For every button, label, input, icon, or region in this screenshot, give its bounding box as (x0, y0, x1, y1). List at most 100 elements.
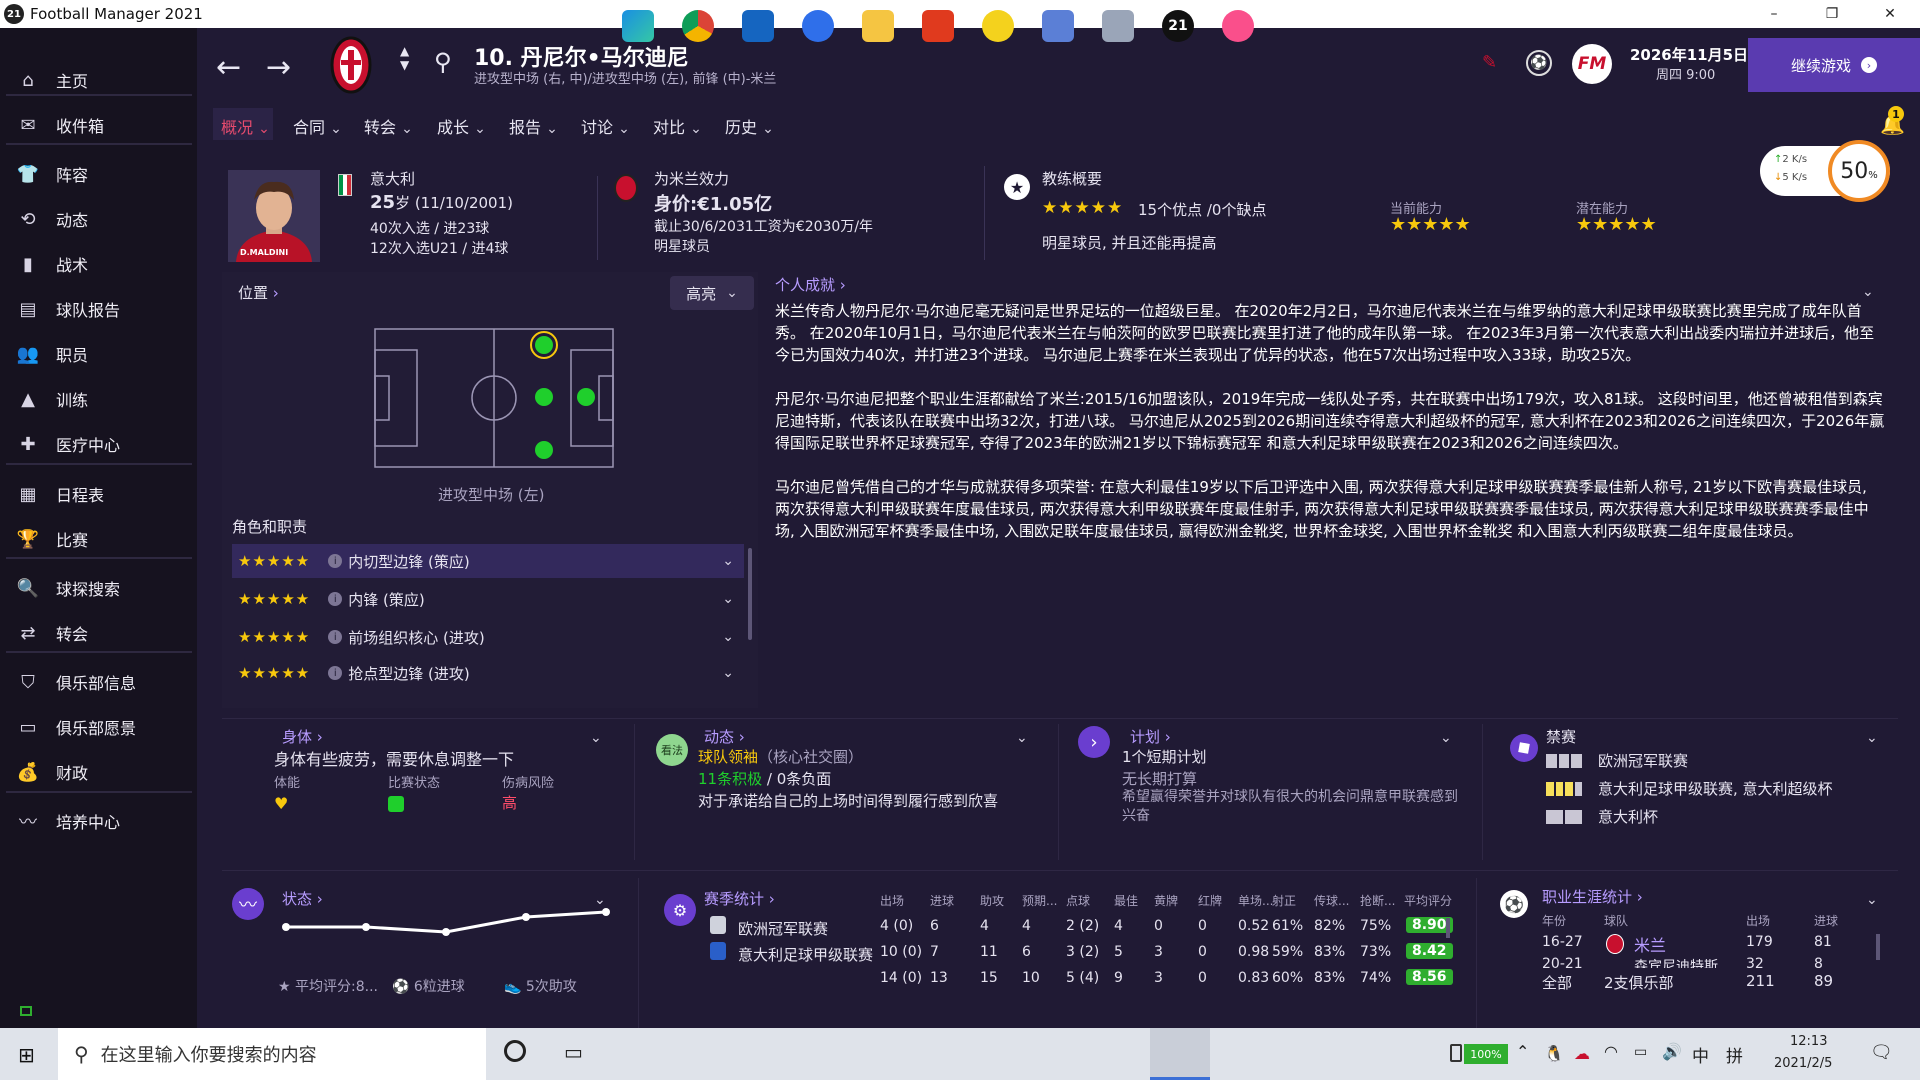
season-column-header[interactable]: 出场 (880, 892, 904, 909)
chevron-down-icon[interactable]: ⌄ (1866, 730, 1878, 746)
career-club-link[interactable]: 森宾尼迪特斯 (1634, 956, 1718, 968)
sidebar-item[interactable]: ✉ 收件箱 (0, 105, 197, 145)
volume-icon[interactable]: 🔊 (1662, 1042, 1682, 1061)
tab-contract[interactable]: 合同 ⌄ (293, 114, 342, 138)
pencil-icon[interactable]: ✎ (1482, 52, 1497, 73)
season-column-header[interactable]: 助攻 (980, 892, 1004, 909)
chevron-down-icon[interactable]: ⌄ (1440, 730, 1452, 746)
season-column-header[interactable]: 射正 (1272, 892, 1296, 909)
restore-button[interactable]: ❐ (1804, 0, 1860, 28)
season-column-header[interactable]: 黄牌 (1154, 892, 1178, 909)
highlight-dropdown[interactable]: 高亮 ⌄ (670, 276, 754, 310)
usb-icon[interactable] (1450, 1044, 1462, 1062)
season-stats-link[interactable]: 赛季统计 › (704, 888, 775, 909)
sidebar-item[interactable]: ▭ 俱乐部愿景 (0, 707, 197, 747)
chevron-up-icon[interactable]: ⌃ (1516, 1042, 1529, 1061)
fm21-taskbar-icon[interactable]: 21 (1162, 10, 1194, 42)
file-explorer-icon[interactable] (862, 10, 894, 42)
roles-scrollbar[interactable] (748, 548, 752, 640)
photos-icon[interactable] (1102, 10, 1134, 42)
season-column-header[interactable]: 进球 (930, 892, 954, 909)
continue-game-button[interactable]: 继续游戏 › (1748, 38, 1920, 92)
ime-language[interactable]: 中 (1692, 1042, 1709, 1067)
notification-center-icon[interactable]: 🗨 (1870, 1042, 1893, 1063)
clock-app-icon[interactable] (802, 10, 834, 42)
role-row[interactable]: ★★★★★ i 前场组织核心 (进攻) ⌄ (232, 620, 744, 654)
role-row[interactable]: ★★★★★ i 内切型边锋 (策应) ⌄ (232, 544, 744, 578)
form-point[interactable] (522, 913, 530, 921)
clock-date[interactable]: 2021/2/5 (1774, 1056, 1832, 1071)
sidebar-item[interactable]: 💰 财政 (0, 752, 197, 792)
sidebar-item[interactable]: ▮ 战术 (0, 244, 197, 284)
cortana-icon[interactable] (504, 1040, 526, 1062)
season-column-header[interactable]: 预期... (1022, 892, 1057, 909)
player-cycle-arrows-icon[interactable]: ▲ ▼ (400, 44, 409, 72)
career-scrollbar[interactable] (1876, 934, 1880, 960)
office-icon[interactable] (922, 10, 954, 42)
season-column-header[interactable]: 传球... (1314, 892, 1349, 909)
season-column-header[interactable]: 平均评分 (1404, 892, 1452, 909)
tab-history[interactable]: 历史 ⌄ (725, 114, 774, 138)
tab-compare[interactable]: 对比 ⌄ (653, 114, 702, 138)
role-row[interactable]: ★★★★★ i 内锋 (策应) ⌄ (232, 582, 744, 616)
season-column-header[interactable]: 点球 (1066, 892, 1090, 909)
form-point[interactable] (442, 928, 450, 936)
fm-logo-icon[interactable]: FM (1572, 44, 1612, 84)
physical-link[interactable]: 身体 › (282, 726, 323, 747)
sidebar-item[interactable]: ▲ 训练 (0, 379, 197, 419)
feishu-icon[interactable] (1042, 10, 1074, 42)
season-column-header[interactable]: 单场... (1238, 892, 1273, 909)
sidebar-item[interactable]: 👕 阵容 (0, 154, 197, 194)
chrome-icon[interactable] (682, 10, 714, 42)
chevron-down-icon[interactable]: ⌄ (722, 629, 734, 645)
sidebar-item[interactable]: 👥 职员 (0, 334, 197, 374)
chevron-down-icon[interactable]: ⌄ (722, 591, 734, 607)
tab-transfer[interactable]: 转会 ⌄ (364, 114, 413, 138)
music-icon[interactable] (1222, 10, 1254, 42)
tab-development[interactable]: 成长 ⌄ (437, 114, 486, 138)
football-icon[interactable]: ⚽ (1526, 50, 1552, 76)
role-row[interactable]: ★★★★★ i 抢点型边锋 (进攻) ⌄ (232, 656, 744, 690)
battery-icon[interactable]: ▭ (1634, 1044, 1647, 1060)
dynamics-link[interactable]: 动态 › (704, 726, 745, 747)
tab-overview[interactable]: 概况 ⌄ (221, 114, 270, 138)
info-icon[interactable]: i (328, 630, 343, 644)
season-column-header[interactable]: 最佳 (1114, 892, 1138, 909)
minimize-button[interactable]: – (1746, 0, 1802, 28)
mail-icon[interactable] (742, 10, 774, 42)
career-stats-link[interactable]: 职业生涯统计 › (1542, 886, 1643, 907)
sidebar-item[interactable]: 🏆 比赛 (0, 519, 197, 559)
tab-discuss[interactable]: 讨论 ⌄ (581, 114, 630, 138)
chevron-down-icon[interactable]: ⌄ (1862, 284, 1874, 300)
wifi-icon[interactable]: ◠ (1604, 1042, 1618, 1061)
app-yellow-icon[interactable] (982, 10, 1014, 42)
season-column-header[interactable]: 红牌 (1198, 892, 1222, 909)
tab-reports[interactable]: 报告 ⌄ (509, 114, 558, 138)
form-point[interactable] (602, 908, 610, 916)
close-button[interactable]: ✕ (1862, 0, 1918, 28)
chevron-down-icon[interactable]: ⌄ (1016, 730, 1028, 746)
season-scrollbar[interactable] (1446, 918, 1450, 938)
plans-link[interactable]: 计划 › (1130, 726, 1171, 747)
battery-indicator[interactable]: 100% (1464, 1044, 1508, 1064)
sidebar-item[interactable]: ⟲ 动态 (0, 199, 197, 239)
info-icon[interactable]: i (328, 554, 343, 568)
form-point[interactable] (362, 923, 370, 931)
position-title[interactable]: 位置 › (238, 282, 279, 303)
edge-icon[interactable] (622, 10, 654, 42)
sidebar-item[interactable]: ⌂ 主页 (0, 60, 197, 100)
windows-start-icon[interactable]: ⊞ (18, 1043, 35, 1067)
sidebar-item[interactable]: ✚ 医疗中心 (0, 424, 197, 464)
qq-icon[interactable]: 🐧 (1544, 1044, 1564, 1063)
sidebar-item[interactable]: 〰培养中心 (0, 801, 197, 841)
cloud-icon[interactable]: ☁ (1574, 1044, 1590, 1063)
sidebar-item[interactable]: 🔍 球探搜索 (0, 568, 197, 608)
task-view-icon[interactable]: ▭ (564, 1040, 583, 1064)
club-crest-icon[interactable] (330, 36, 372, 94)
taskbar-search-box[interactable]: ⚲ 在这里输入你要搜索的内容 (58, 1028, 486, 1080)
search-icon[interactable]: ⚲ (434, 48, 452, 76)
chevron-down-icon[interactable]: ⌄ (722, 553, 734, 569)
taskbar-active-app[interactable] (1150, 1028, 1210, 1080)
clock-time[interactable]: 12:13 (1790, 1034, 1827, 1049)
ime-mode[interactable]: 拼 (1726, 1042, 1743, 1067)
